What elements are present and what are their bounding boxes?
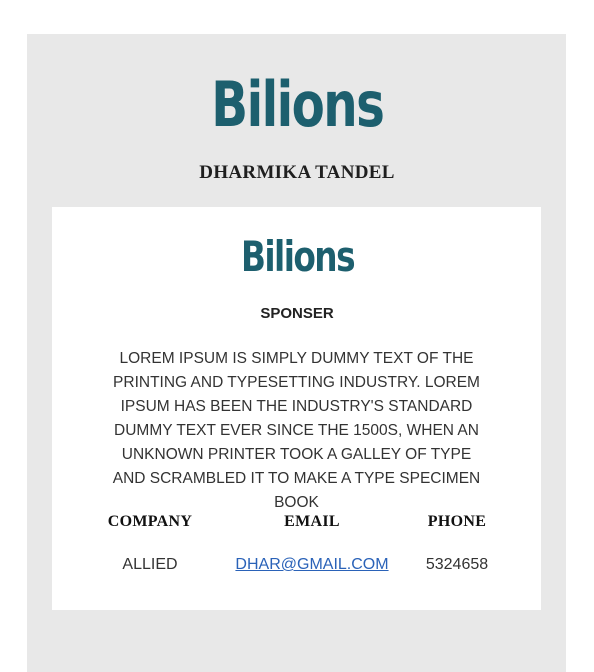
table-cell-phone: 5324658: [425, 556, 489, 573]
email-link[interactable]: DHAR@GMAIL.COM: [235, 556, 388, 573]
recipient-name: DHARMIKA TANDEL: [199, 162, 395, 183]
card-description: LOREM IPSUM IS SIMPLY DUMMY TEXT OF THE …: [112, 350, 481, 511]
table-cell-company: ALLIED: [122, 556, 178, 573]
table-header-email: EMAIL: [284, 513, 340, 530]
card-logo-text: Bilions: [240, 232, 355, 281]
table-header-phone: PHONE: [427, 513, 487, 530]
card-logo: Bilions: [0, 235, 594, 279]
table-cell-email: DHAR@GMAIL.COM: [222, 556, 402, 574]
card-heading: SPONSER: [260, 305, 334, 322]
header-logo-text: Bilions: [210, 68, 385, 141]
header-logo: Bilions: [0, 74, 594, 136]
table-header-company: COMPANY: [107, 513, 193, 530]
